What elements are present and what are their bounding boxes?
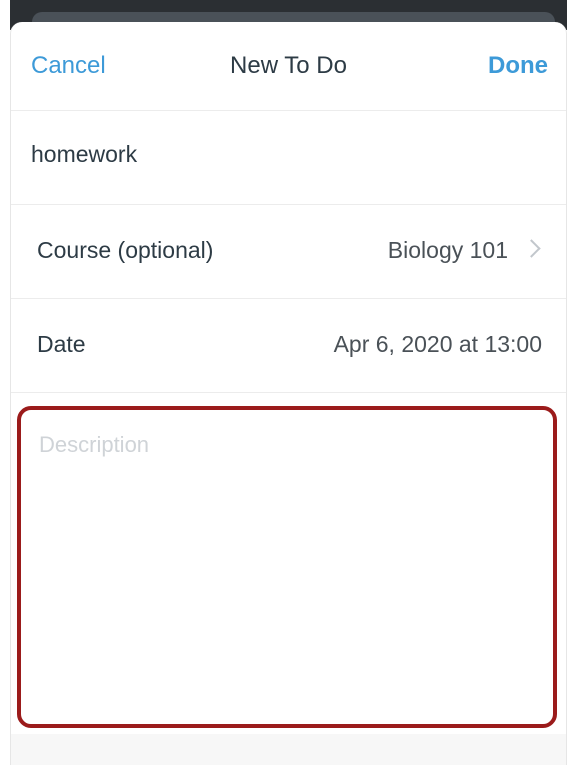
page-title: New To Do bbox=[230, 52, 347, 79]
chevron-right-icon bbox=[522, 239, 541, 258]
navigation-bar: Cancel New To Do Done bbox=[11, 22, 566, 111]
bottom-spacer bbox=[11, 734, 566, 765]
description-field[interactable]: Description bbox=[17, 406, 557, 728]
date-value: Apr 6, 2020 at 13:00 bbox=[333, 331, 542, 357]
title-input[interactable]: homework bbox=[31, 141, 137, 168]
description-placeholder: Description bbox=[39, 432, 150, 457]
course-value: Biology 101 bbox=[387, 237, 508, 263]
screen: Cancel New To Do Done homework Course (o… bbox=[0, 0, 572, 765]
new-todo-sheet: Cancel New To Do Done homework Course (o… bbox=[10, 22, 567, 765]
course-row[interactable]: Course (optional) Biology 101 bbox=[11, 205, 566, 299]
date-row[interactable]: Date Apr 6, 2020 at 13:00 bbox=[11, 299, 566, 393]
done-button[interactable]: Done bbox=[488, 52, 548, 80]
title-field-row[interactable]: homework bbox=[11, 111, 566, 205]
date-label: Date bbox=[37, 331, 86, 357]
course-label: Course (optional) bbox=[37, 237, 214, 263]
